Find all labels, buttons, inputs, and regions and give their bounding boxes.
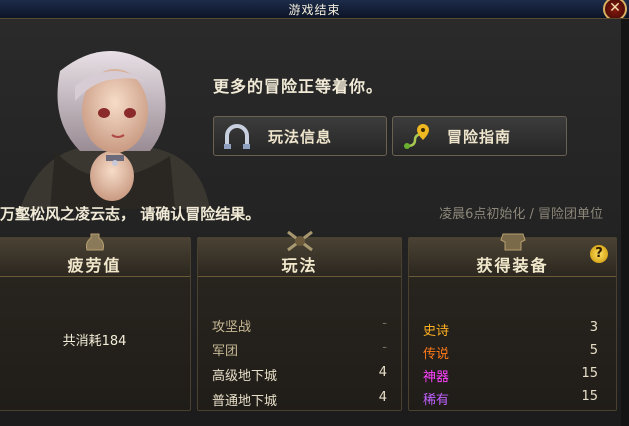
- equipment-row: 稀有 15: [423, 389, 602, 409]
- gameplay-row: 军团 -: [212, 340, 387, 360]
- equipment-row: 传说 5: [423, 343, 602, 363]
- equipment-row: 神器 15: [423, 366, 602, 386]
- character-portrait: [20, 51, 210, 209]
- map-route-pin-icon: [404, 124, 429, 149]
- headline: 更多的冒险正等着你。: [213, 77, 384, 96]
- gameplay-row-value: -: [382, 340, 387, 355]
- equipment-count: 3: [589, 320, 598, 335]
- equipment-grade-artifact: 神器: [423, 370, 450, 385]
- window-title: 游戏结束: [288, 3, 341, 17]
- adventure-guide-label: 冒险指南: [447, 128, 512, 146]
- armor-crest-icon: [499, 233, 526, 251]
- fatigue-panel: 疲劳值 共消耗184: [0, 233, 191, 411]
- gameplay-panel-title: 玩法: [281, 256, 318, 275]
- equipment-panel: 获得装备 ? 史诗 3 传说 5 神器 15 稀有 15: [408, 233, 617, 411]
- gameplay-row-label: 高级地下城: [212, 369, 278, 384]
- confirm-message: 万壑松风之凌云志， 请确认冒险结果。: [0, 205, 261, 223]
- fatigue-consumed: 共消耗184: [62, 334, 127, 349]
- result-frame: 更多的冒险正等着你。 玩法信息 冒险指南 万壑松风之凌云志， 请确认冒险结果。 …: [0, 18, 629, 426]
- equipment-count: 15: [581, 389, 598, 404]
- gameplay-row-value: 4: [378, 365, 387, 380]
- gameplay-panel-header: 玩法: [198, 230, 401, 277]
- reset-note: 凌晨6点初始化 / 冒险团单位: [439, 207, 603, 222]
- help-button[interactable]: ?: [590, 245, 608, 263]
- title-bar: 游戏结束 ✕: [0, 0, 629, 21]
- fatigue-panel-header: 疲劳值: [0, 233, 190, 277]
- gameplay-row: 高级地下城 4: [212, 365, 387, 385]
- gameplay-row: 攻坚战 -: [212, 316, 387, 336]
- equipment-count: 15: [581, 366, 598, 381]
- equipment-grade-legendary: 传说: [423, 347, 450, 362]
- close-icon: ✕: [609, 0, 621, 16]
- gameplay-row-value: -: [382, 316, 387, 331]
- equipment-panel-header: 获得装备 ?: [409, 233, 616, 277]
- gameplay-panel: 玩法 攻坚战 - 军团 - 高级地下城 4 普通地下城 4: [197, 230, 402, 411]
- equipment-row: 史诗 3: [423, 320, 602, 340]
- equipment-grade-epic: 史诗: [423, 324, 450, 339]
- adventure-guide-button[interactable]: 冒险指南: [392, 116, 567, 156]
- gameplay-row-value: 4: [378, 390, 387, 405]
- gameplay-info-label: 玩法信息: [268, 128, 333, 146]
- equipment-grade-rare: 稀有: [423, 393, 450, 408]
- gameplay-row: 普通地下城 4: [212, 390, 387, 410]
- potion-crest-icon: [85, 233, 104, 251]
- gameplay-info-button[interactable]: 玩法信息: [213, 116, 387, 156]
- right-edge: [621, 19, 629, 426]
- fatigue-panel-title: 疲劳值: [67, 256, 122, 275]
- horseshoe-magnet-icon: [224, 124, 250, 149]
- gameplay-row-label: 军团: [212, 344, 239, 359]
- gameplay-row-label: 普通地下城: [212, 394, 278, 409]
- equipment-count: 5: [589, 343, 598, 358]
- equipment-panel-title: 获得装备: [476, 256, 549, 275]
- crossed-weapons-crest-icon: [286, 230, 313, 252]
- gameplay-row-label: 攻坚战: [212, 320, 252, 335]
